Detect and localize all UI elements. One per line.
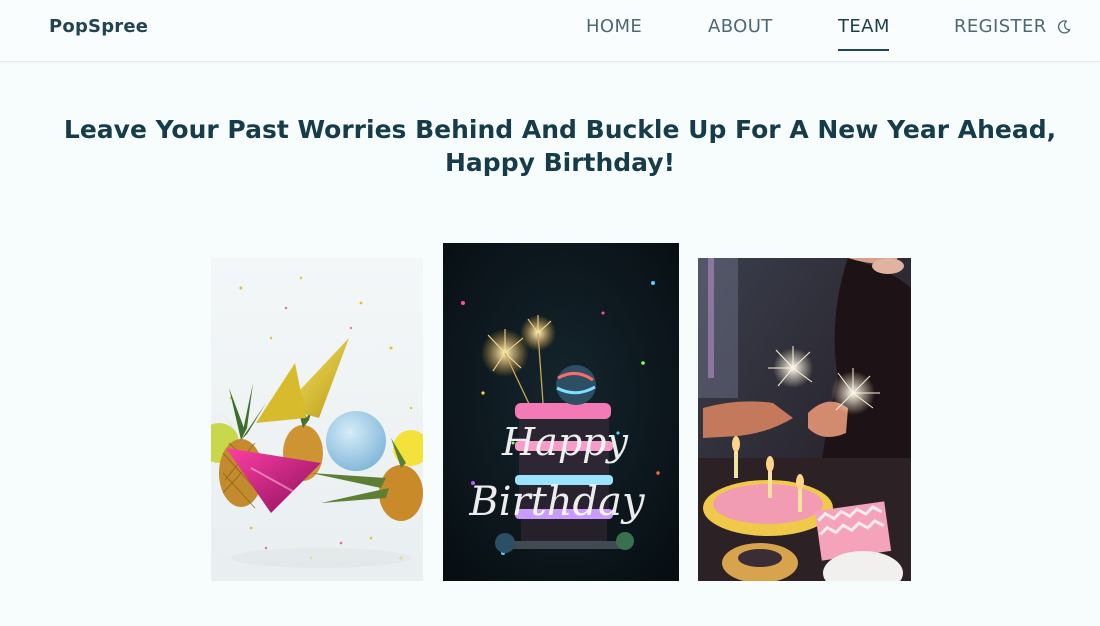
nav-link-register[interactable]: REGISTER (954, 16, 1047, 37)
gallery-photo-birthday-cake[interactable]: Happy Birthday (443, 243, 679, 581)
headline-line-1: Leave Your Past Worries Behind And Buckl… (63, 115, 1057, 144)
navbar: PopSpree HOME ABOUT TEAM REGISTER (0, 0, 1100, 62)
gallery-photo-party-hats[interactable] (211, 258, 423, 581)
active-nav-indicator (838, 49, 889, 51)
gallery-photo-sparklers[interactable] (698, 258, 911, 581)
nav-link-team[interactable]: TEAM (838, 16, 890, 37)
brand-logo[interactable]: PopSpree (49, 16, 148, 37)
nav-link-home[interactable]: HOME (586, 16, 642, 37)
page-headline: Leave Your Past Worries Behind And Buckl… (60, 113, 1060, 179)
cake-overlay-happy: Happy (501, 420, 628, 464)
cake-overlay-birthday: Birthday (468, 479, 646, 525)
moon-icon[interactable] (1056, 19, 1072, 35)
headline-line-2: Happy Birthday! (445, 148, 675, 177)
nav-link-about[interactable]: ABOUT (708, 16, 773, 37)
